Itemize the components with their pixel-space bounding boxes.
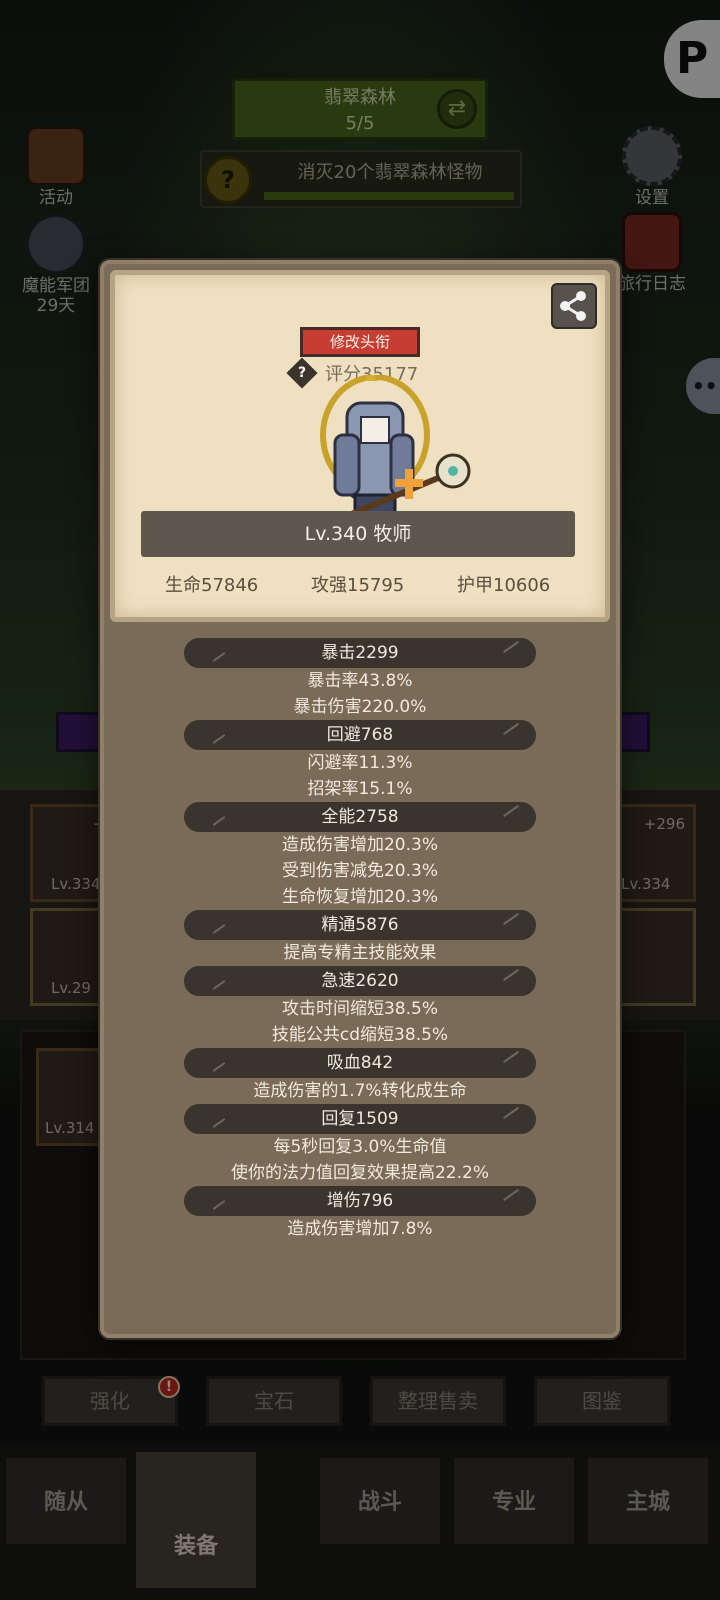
change-title-button[interactable]: 修改头衔 (300, 327, 420, 357)
attribute-header: 回避768 (184, 720, 536, 750)
attribute-detail: 暴击率43.8% (307, 671, 413, 691)
attribute-header: 回复1509 (184, 1104, 536, 1134)
character-card: 修改头衔 ?评分35177 Lv.340 牧师 生命57846 攻强15795 … (110, 270, 610, 622)
attribute-detail: 暴击伤害220.0% (293, 697, 427, 717)
attribute-detail: 招架率15.1% (307, 779, 413, 799)
attribute-detail: 每5秒回复3.0%生命值 (273, 1137, 447, 1157)
attribute-detail: 闪避率11.3% (307, 753, 413, 773)
attribute-header: 暴击2299 (184, 638, 536, 668)
core-stats: 生命57846 攻强15795 护甲10606 (115, 571, 605, 601)
share-icon (560, 291, 586, 321)
level-class-bar: Lv.340 牧师 (141, 511, 575, 557)
attribute-detail: 受到伤害减免20.3% (281, 861, 438, 881)
hp-stat: 生命57846 (165, 575, 259, 596)
attribute-detail: 攻击时间缩短38.5% (281, 999, 438, 1019)
attribute-header: 全能2758 (184, 802, 536, 832)
attack-stat: 攻强15795 (311, 575, 405, 596)
attribute-header: 精通5876 (184, 910, 536, 940)
attribute-detail: 提高专精主技能效果 (283, 943, 437, 963)
attribute-list: 暴击2299 暴击率43.8% 暴击伤害220.0% 回避768 闪避率11.3% 招架率… (104, 638, 616, 1242)
attribute-detail: 使你的法力值回复效果提高22.2% (230, 1163, 489, 1183)
attribute-header: 急速2620 (184, 966, 536, 996)
attribute-header: 增伤796 (184, 1186, 536, 1216)
character-detail-modal: 修改头衔 ?评分35177 Lv.340 牧师 生命57846 攻强15795 … (100, 260, 620, 1338)
attribute-detail: 造成伤害增加7.8% (287, 1219, 433, 1239)
attribute-detail: 生命恢复增加20.3% (281, 887, 438, 907)
armor-stat: 护甲10606 (457, 575, 551, 596)
attribute-detail: 技能公共cd缩短38.5% (271, 1025, 449, 1045)
share-button[interactable] (551, 283, 597, 329)
attribute-header: 吸血842 (184, 1048, 536, 1078)
attribute-detail: 造成伤害增加20.3% (281, 835, 438, 855)
attribute-detail: 造成伤害的1.7%转化成生命 (253, 1081, 467, 1101)
